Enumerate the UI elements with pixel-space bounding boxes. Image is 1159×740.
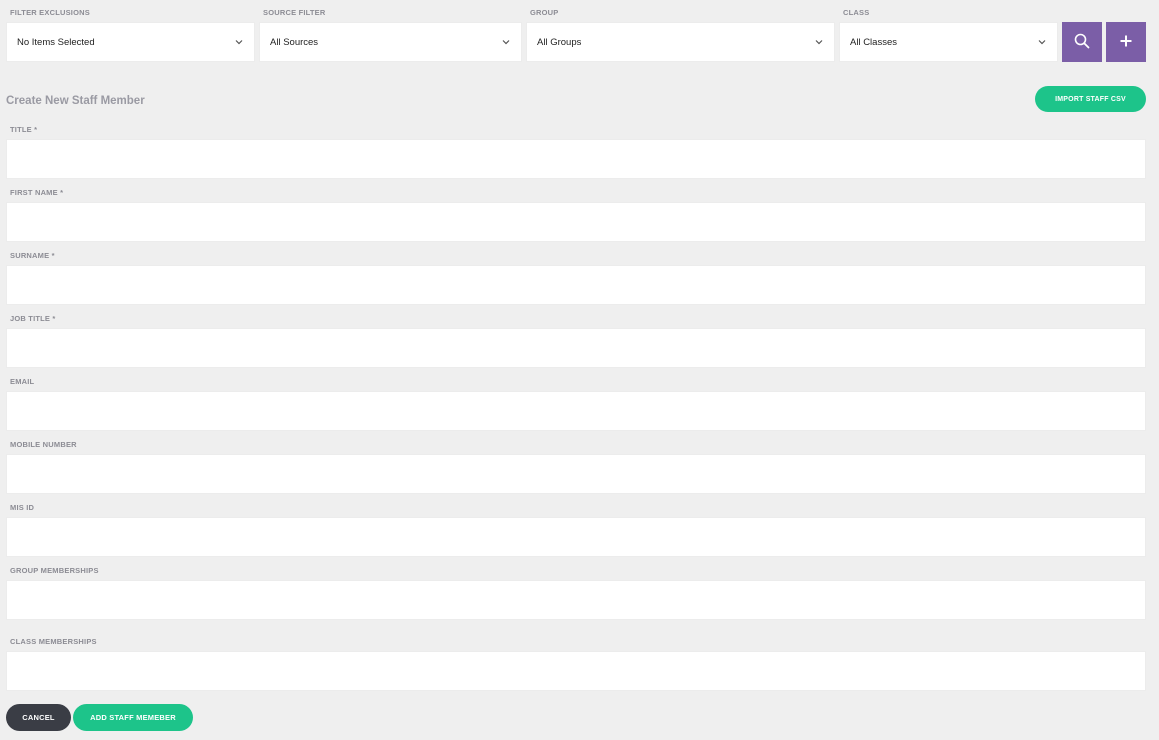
group-memberships-label: GROUP MEMBERSHIPS	[10, 566, 99, 575]
surname-label: SURNAME *	[10, 251, 55, 260]
mis-id-label: MIS ID	[10, 503, 35, 512]
cancel-button[interactable]: CANCEL	[6, 704, 71, 731]
form-title: Create New Staff Member	[6, 95, 145, 107]
import-staff-csv-button[interactable]: IMPORT STAFF CSV	[1035, 86, 1146, 112]
source-filter-label: SOURCE FILTER	[263, 8, 326, 17]
job-title-input[interactable]	[6, 328, 1146, 368]
class-filter-label: CLASS	[843, 8, 870, 17]
chevron-down-icon	[501, 37, 511, 47]
chevron-down-icon	[814, 37, 824, 47]
mis-id-input[interactable]	[6, 517, 1146, 557]
mobile-number-label: MOBILE NUMBER	[10, 440, 77, 449]
filter-exclusions-select[interactable]: No Items Selected	[6, 22, 255, 62]
title-input[interactable]	[6, 139, 1146, 179]
add-staff-member-button[interactable]: ADD STAFF MEMEBER	[73, 704, 193, 731]
chevron-down-icon	[234, 37, 244, 47]
source-filter-select[interactable]: All Sources	[259, 22, 522, 62]
add-button[interactable]	[1106, 22, 1146, 62]
class-filter-value: All Classes	[850, 36, 897, 48]
class-memberships-label: CLASS MEMBERSHIPS	[10, 637, 97, 646]
group-memberships-input[interactable]	[6, 580, 1146, 620]
surname-input[interactable]	[6, 265, 1146, 305]
search-button[interactable]	[1062, 22, 1102, 62]
chevron-down-icon	[1037, 37, 1047, 47]
source-filter-value: All Sources	[270, 36, 319, 48]
email-input[interactable]	[6, 391, 1146, 431]
class-filter-select[interactable]: All Classes	[839, 22, 1058, 62]
title-label: TITLE *	[10, 125, 38, 134]
search-icon	[1074, 33, 1090, 52]
filter-bar: FILTER EXCLUSIONS No Items Selected SOUR…	[0, 0, 1159, 64]
filter-exclusions-label: FILTER EXCLUSIONS	[10, 8, 90, 17]
group-filter-select[interactable]: All Groups	[526, 22, 835, 62]
email-label: EMAIL	[10, 377, 35, 386]
group-filter-value: All Groups	[537, 36, 582, 48]
first-name-label: FIRST NAME *	[10, 188, 64, 197]
group-filter-label: GROUP	[530, 8, 559, 17]
job-title-label: JOB TITLE *	[10, 314, 56, 323]
class-memberships-input[interactable]	[6, 651, 1146, 691]
mobile-number-input[interactable]	[6, 454, 1146, 494]
first-name-input[interactable]	[6, 202, 1146, 242]
filter-exclusions-value: No Items Selected	[17, 36, 95, 48]
plus-icon	[1119, 34, 1133, 51]
